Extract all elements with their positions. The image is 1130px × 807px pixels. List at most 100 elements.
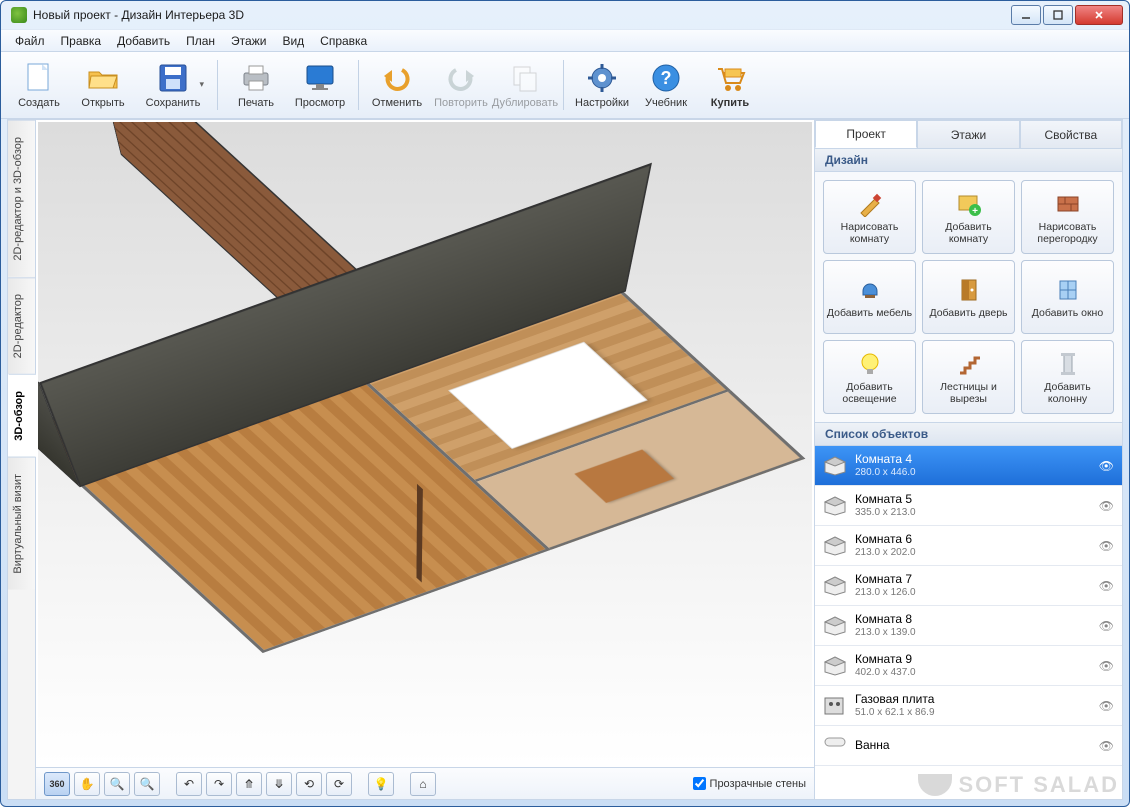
- add-column-button[interactable]: Добавить колонну: [1021, 340, 1114, 414]
- print-button[interactable]: Печать: [226, 55, 286, 115]
- vtab-2d-editor[interactable]: 2D-редактор: [8, 277, 35, 374]
- chair-icon: [856, 276, 884, 304]
- object-row[interactable]: Комната 5335.0 x 213.0👁: [815, 486, 1122, 526]
- menu-edit[interactable]: Правка: [53, 32, 110, 50]
- vertical-tabs: 2D-редактор и 3D-обзор 2D-редактор 3D-об…: [8, 120, 36, 799]
- open-button[interactable]: Открыть: [73, 55, 133, 115]
- draw-partition-button[interactable]: Нарисовать перегородку: [1021, 180, 1114, 254]
- orbit-right-button[interactable]: ⟳: [326, 772, 352, 796]
- visibility-icon[interactable]: 👁: [1099, 699, 1114, 713]
- pan-button[interactable]: ✋: [74, 772, 100, 796]
- view-toolbar: 360 ✋ 🔍 🔍 ↶ ↷ ⤊ ⤋ ⟲ ⟳ 💡 ⌂ Прозрачные сте…: [36, 767, 814, 799]
- save-icon: [157, 62, 189, 94]
- monitor-icon: [304, 62, 336, 94]
- light-button[interactable]: 💡: [368, 772, 394, 796]
- object-name: Комната 5: [855, 493, 916, 507]
- object-list-scroll[interactable]: Комната 4280.0 x 446.0👁Комната 5335.0 x …: [815, 446, 1122, 799]
- menu-floors[interactable]: Этажи: [223, 32, 274, 50]
- object-row[interactable]: Комната 6213.0 x 202.0 👁: [815, 526, 1122, 566]
- buy-button[interactable]: Купить: [700, 55, 760, 115]
- object-name: Комната 6: [855, 533, 916, 547]
- object-row[interactable]: Газовая плита51.0 x 62.1 x 86.9👁: [815, 686, 1122, 726]
- rotate-right-button[interactable]: ↷: [206, 772, 232, 796]
- object-row[interactable]: Комната 7213.0 x 126.0👁: [815, 566, 1122, 606]
- tab-floors[interactable]: Этажи: [917, 120, 1019, 148]
- menu-add[interactable]: Добавить: [109, 32, 178, 50]
- add-door-button[interactable]: Добавить дверь: [922, 260, 1015, 334]
- orbit-left-button[interactable]: ⟲: [296, 772, 322, 796]
- menu-help[interactable]: Справка: [312, 32, 375, 50]
- add-room-button[interactable]: +Добавить комнату: [922, 180, 1015, 254]
- draw-room-button[interactable]: Нарисовать комнату: [823, 180, 916, 254]
- menu-plan[interactable]: План: [178, 32, 223, 50]
- rotate-right-icon: ↷: [214, 777, 224, 791]
- menu-view[interactable]: Вид: [274, 32, 312, 50]
- home-view-button[interactable]: ⌂: [410, 772, 436, 796]
- transparent-walls-input[interactable]: [693, 777, 706, 790]
- create-button[interactable]: Создать: [9, 55, 69, 115]
- 3d-viewport[interactable]: [38, 122, 812, 765]
- tilt-down-button[interactable]: ⤋: [266, 772, 292, 796]
- object-icon: [823, 576, 847, 596]
- toolbar-separator: [217, 60, 218, 110]
- close-button[interactable]: [1075, 5, 1123, 25]
- visibility-icon[interactable]: 👁: [1099, 579, 1114, 593]
- duplicate-button[interactable]: Дублировать: [495, 55, 555, 115]
- zoom-out-button[interactable]: 🔍: [104, 772, 130, 796]
- object-dimensions: 213.0 x 202.0: [855, 547, 916, 559]
- add-light-button[interactable]: Добавить освещение: [823, 340, 916, 414]
- tilt-up-button[interactable]: ⤊: [236, 772, 262, 796]
- object-row[interactable]: Комната 4280.0 x 446.0👁: [815, 446, 1122, 486]
- visibility-icon[interactable]: 👁: [1099, 539, 1114, 553]
- folder-open-icon: [87, 62, 119, 94]
- object-row[interactable]: Комната 9402.0 x 437.0👁: [815, 646, 1122, 686]
- duplicate-icon: [509, 62, 541, 94]
- vtab-virtual-visit[interactable]: Виртуальный визит: [8, 457, 35, 590]
- window-title: Новый проект - Дизайн Интерьера 3D: [33, 8, 1011, 22]
- undo-button[interactable]: Отменить: [367, 55, 427, 115]
- stairs-button[interactable]: Лестницы и вырезы: [922, 340, 1015, 414]
- rotate360-button[interactable]: 360: [44, 772, 70, 796]
- visibility-icon[interactable]: 👁: [1099, 619, 1114, 633]
- stairs-icon: [955, 350, 983, 378]
- zoom-in-button[interactable]: 🔍: [134, 772, 160, 796]
- visibility-icon[interactable]: 👁: [1099, 659, 1114, 673]
- visibility-icon[interactable]: 👁: [1099, 499, 1114, 513]
- center-area: 360 ✋ 🔍 🔍 ↶ ↷ ⤊ ⤋ ⟲ ⟳ 💡 ⌂ Прозрачные сте…: [36, 120, 814, 799]
- vtab-2d-3d[interactable]: 2D-редактор и 3D-обзор: [8, 120, 35, 277]
- maximize-button[interactable]: [1043, 5, 1073, 25]
- object-icon: [823, 536, 847, 556]
- column-icon: [1054, 350, 1082, 378]
- transparent-walls-checkbox[interactable]: Прозрачные стены: [693, 777, 806, 790]
- add-furniture-button[interactable]: Добавить мебель: [823, 260, 916, 334]
- orbit-right-icon: ⟳: [334, 777, 344, 791]
- vtab-3d-view[interactable]: 3D-обзор: [8, 374, 36, 457]
- visibility-icon[interactable]: 👁: [1099, 739, 1114, 753]
- app-icon: [11, 7, 27, 23]
- watermark-icon: [918, 774, 952, 796]
- orbit-left-icon: ⟲: [304, 777, 314, 791]
- menu-file[interactable]: Файл: [7, 32, 53, 50]
- undo-icon: [381, 62, 413, 94]
- tab-project[interactable]: Проект: [815, 120, 917, 148]
- tutorial-button[interactable]: ?Учебник: [636, 55, 696, 115]
- minimize-button[interactable]: [1011, 5, 1041, 25]
- object-row[interactable]: Комната 8213.0 x 139.0👁: [815, 606, 1122, 646]
- object-name: Комната 9: [855, 653, 916, 667]
- gear-icon: [586, 62, 618, 94]
- tilt-down-icon: ⤋: [274, 777, 284, 791]
- redo-icon: [445, 62, 477, 94]
- tab-properties[interactable]: Свойства: [1020, 120, 1122, 148]
- rotate-left-icon: ↶: [184, 777, 194, 791]
- preview-button[interactable]: Просмотр: [290, 55, 350, 115]
- save-button[interactable]: Сохранить: [137, 55, 209, 115]
- redo-button[interactable]: Повторить: [431, 55, 491, 115]
- settings-button[interactable]: Настройки: [572, 55, 632, 115]
- add-window-button[interactable]: Добавить окно: [1021, 260, 1114, 334]
- rotate-left-button[interactable]: ↶: [176, 772, 202, 796]
- visibility-icon[interactable]: 👁: [1099, 459, 1114, 473]
- object-row[interactable]: Ванна👁: [815, 726, 1122, 766]
- object-icon: [823, 496, 847, 516]
- design-buttons: Нарисовать комнату +Добавить комнату Нар…: [815, 172, 1122, 422]
- right-panel: Проект Этажи Свойства Дизайн Нарисовать …: [814, 120, 1122, 799]
